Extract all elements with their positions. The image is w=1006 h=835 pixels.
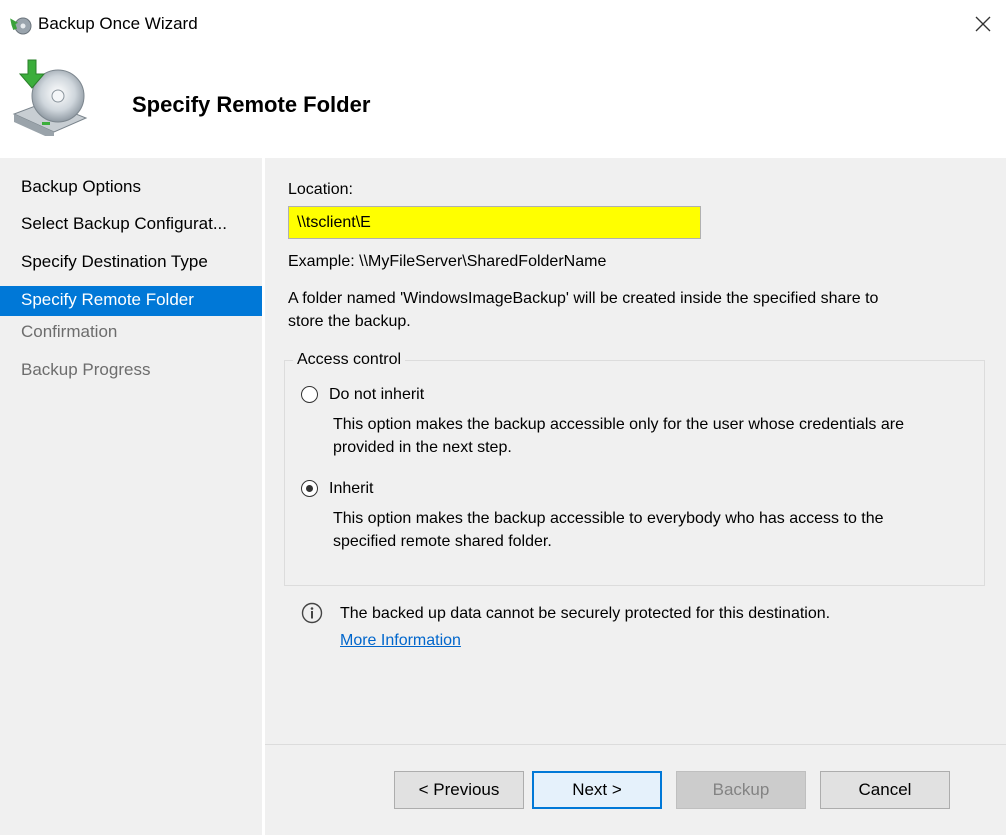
close-button[interactable] bbox=[960, 0, 1006, 48]
location-label: Location: bbox=[288, 181, 353, 198]
step-confirmation: Confirmation bbox=[21, 322, 118, 341]
step-specify-destination-type: Specify Destination Type bbox=[21, 252, 208, 271]
inherit-desc-line1: This option makes the backup accessible … bbox=[333, 510, 884, 527]
more-information-link[interactable]: More Information bbox=[340, 632, 461, 650]
title-bar: Backup Once Wizard bbox=[0, 0, 1006, 48]
backup-disk-icon bbox=[12, 59, 88, 136]
backup-button[interactable]: Backup bbox=[676, 771, 806, 809]
main-content: Location: Example: \\MyFileServer\Shared… bbox=[265, 158, 1006, 744]
inherit-label[interactable]: Inherit bbox=[329, 480, 373, 498]
info-text: The backed up data cannot be securely pr… bbox=[340, 605, 831, 622]
wizard-steps-pane: Backup Options Select Backup Configurat.… bbox=[0, 158, 262, 835]
do-not-inherit-desc-line1: This option makes the backup accessible … bbox=[333, 416, 904, 433]
do-not-inherit-radio[interactable] bbox=[301, 386, 318, 403]
close-icon bbox=[975, 16, 991, 32]
step-specify-remote-folder: Specify Remote Folder bbox=[0, 286, 262, 316]
cancel-button[interactable]: Cancel bbox=[820, 771, 950, 809]
window-title: Backup Once Wizard bbox=[38, 14, 198, 33]
wizard-header: Specify Remote Folder bbox=[0, 48, 1006, 158]
step-backup-progress: Backup Progress bbox=[21, 360, 151, 379]
previous-button[interactable]: < Previous bbox=[394, 771, 524, 809]
access-control-legend: Access control bbox=[293, 351, 406, 369]
step-backup-options: Backup Options bbox=[21, 177, 142, 196]
folder-note-line2: store the backup. bbox=[288, 313, 411, 330]
step-select-backup-configuration: Select Backup Configurat... bbox=[21, 214, 228, 233]
next-button[interactable]: Next > bbox=[532, 771, 662, 809]
folder-note-line1: A folder named 'WindowsImageBackup' will… bbox=[288, 290, 879, 307]
inherit-radio[interactable] bbox=[301, 480, 318, 497]
page-title: Specify Remote Folder bbox=[132, 92, 371, 117]
location-input[interactable] bbox=[288, 206, 701, 239]
inherit-desc-line2: specified remote shared folder. bbox=[333, 533, 552, 550]
button-bar: < Previous Next > Backup Cancel bbox=[265, 744, 1006, 835]
info-icon bbox=[301, 602, 323, 624]
do-not-inherit-label[interactable]: Do not inherit bbox=[329, 386, 424, 404]
backup-app-icon bbox=[10, 17, 32, 35]
example-text: Example: \\MyFileServer\SharedFolderName bbox=[288, 253, 607, 270]
do-not-inherit-desc-line2: provided in the next step. bbox=[333, 439, 512, 456]
radio-selected-dot bbox=[305, 484, 313, 492]
